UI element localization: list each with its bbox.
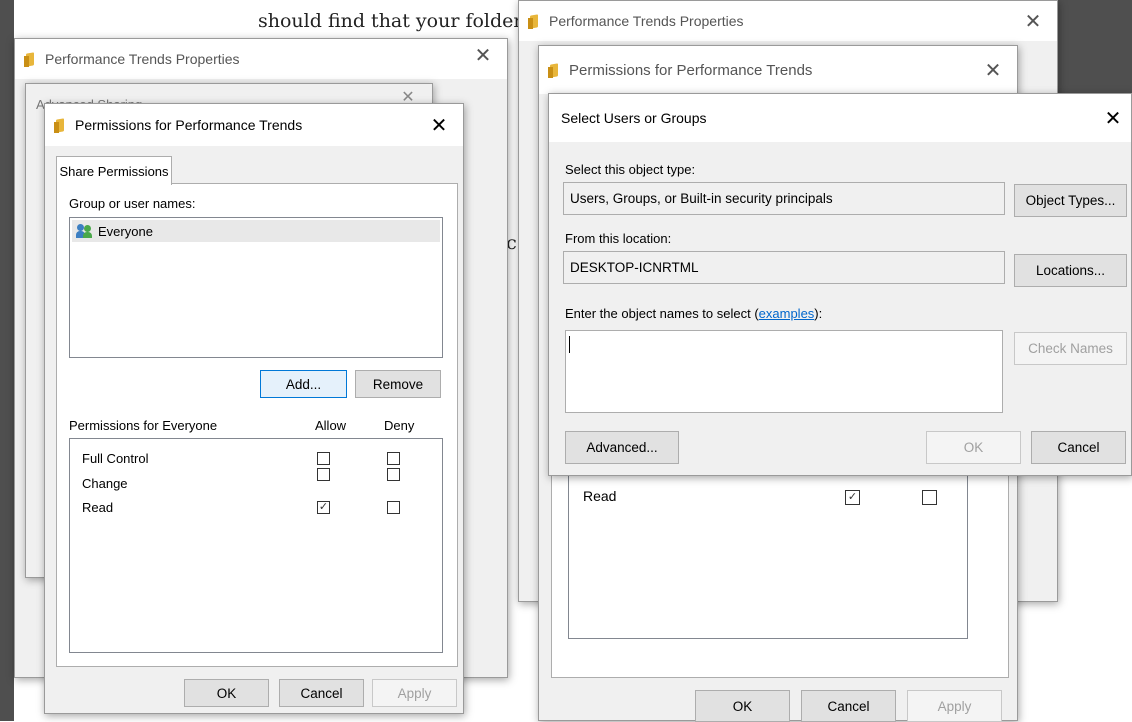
- examples-link[interactable]: examples: [759, 306, 815, 321]
- permissions-title: Permissions for Performance Trends: [569, 61, 813, 79]
- apply-button[interactable]: Apply: [907, 690, 1002, 722]
- close-icon[interactable]: ✕: [1015, 1, 1051, 41]
- user-name-everyone: Everyone: [98, 223, 153, 239]
- enter-object-names-label: Enter the object names to select (exampl…: [565, 306, 823, 321]
- ok-button[interactable]: OK: [695, 690, 790, 722]
- allow-change-checkbox[interactable]: [317, 468, 330, 481]
- background-document-text: should find that your folder: [258, 10, 520, 32]
- permissions-list: Full Control Change Read ✓: [69, 438, 443, 653]
- close-icon[interactable]: ✕: [975, 46, 1011, 94]
- users-group-icon: [76, 224, 94, 238]
- apply-button[interactable]: Apply: [372, 679, 457, 707]
- allow-column-header: Allow: [315, 418, 347, 433]
- add-button[interactable]: Add...: [260, 370, 347, 398]
- deny-read-checkbox[interactable]: [922, 490, 937, 505]
- properties-title: Performance Trends Properties: [45, 51, 240, 67]
- close-icon[interactable]: ✕: [465, 39, 501, 71]
- permissions-for-everyone-label: Permissions for Everyone: [69, 418, 218, 433]
- location-field: DESKTOP-ICNRTML: [563, 251, 1005, 284]
- text-caret: [569, 336, 570, 353]
- check-names-button[interactable]: Check Names: [1014, 332, 1127, 365]
- folder-icon: [23, 51, 37, 67]
- cancel-button[interactable]: Cancel: [279, 679, 364, 707]
- permissions-window-left: Permissions for Performance Trends ✕ Sha…: [44, 103, 464, 714]
- folder-icon: [527, 13, 541, 29]
- ok-button[interactable]: OK: [926, 431, 1021, 464]
- object-types-button[interactable]: Object Types...: [1014, 184, 1127, 217]
- properties-titlebar: Performance Trends Properties ✕: [15, 39, 507, 79]
- permissions-list: Read ✓: [568, 467, 968, 639]
- permissions-titlebar: Permissions for Performance Trends ✕: [539, 46, 1017, 94]
- permissions-titlebar: Permissions for Performance Trends ✕: [45, 104, 463, 146]
- close-icon[interactable]: ✕: [421, 104, 457, 146]
- deny-column-header: Deny: [384, 418, 415, 433]
- permission-row-read: Read: [583, 488, 617, 504]
- select-users-titlebar: Select Users or Groups ✕: [549, 94, 1131, 142]
- deny-change-checkbox[interactable]: [387, 468, 400, 481]
- tab-share-permissions[interactable]: Share Permissions: [56, 156, 172, 185]
- allow-full-control-checkbox[interactable]: [317, 452, 330, 465]
- properties-titlebar: Performance Trends Properties ✕: [519, 1, 1057, 41]
- select-users-dialog: Select Users or Groups ✕ Select this obj…: [548, 93, 1132, 476]
- share-permissions-panel: Group or user names: Everyone Add... Rem…: [56, 183, 458, 667]
- cancel-button[interactable]: Cancel: [801, 690, 896, 722]
- location-label: From this location:: [565, 231, 672, 246]
- object-names-input[interactable]: [565, 330, 1003, 413]
- permissions-title: Permissions for Performance Trends: [75, 117, 303, 133]
- user-list[interactable]: Everyone: [69, 217, 443, 358]
- select-users-title: Select Users or Groups: [561, 110, 707, 126]
- allow-read-checkbox[interactable]: ✓: [317, 501, 330, 514]
- close-icon[interactable]: ✕: [1095, 94, 1131, 142]
- deny-full-control-checkbox[interactable]: [387, 452, 400, 465]
- cancel-button[interactable]: Cancel: [1031, 431, 1126, 464]
- list-item-everyone[interactable]: Everyone: [72, 220, 440, 242]
- permission-row-change: Change: [82, 476, 128, 491]
- check-icon: ✓: [318, 501, 329, 513]
- background-left-bar: [0, 0, 14, 721]
- advanced-button[interactable]: Advanced...: [565, 431, 679, 464]
- folder-icon: [547, 62, 561, 78]
- properties-title: Performance Trends Properties: [549, 13, 744, 29]
- allow-read-checkbox[interactable]: ✓: [845, 490, 860, 505]
- deny-read-checkbox[interactable]: [387, 501, 400, 514]
- group-or-user-names-label: Group or user names:: [69, 196, 196, 211]
- check-icon: ✓: [847, 491, 858, 503]
- folder-icon: [53, 117, 67, 133]
- ok-button[interactable]: OK: [184, 679, 269, 707]
- object-type-label: Select this object type:: [565, 162, 696, 177]
- remove-button[interactable]: Remove: [355, 370, 441, 398]
- permission-row-read: Read: [82, 500, 114, 515]
- locations-button[interactable]: Locations...: [1014, 254, 1127, 287]
- permission-row-full-control: Full Control: [82, 451, 149, 466]
- object-type-field: Users, Groups, or Built-in security prin…: [563, 182, 1005, 215]
